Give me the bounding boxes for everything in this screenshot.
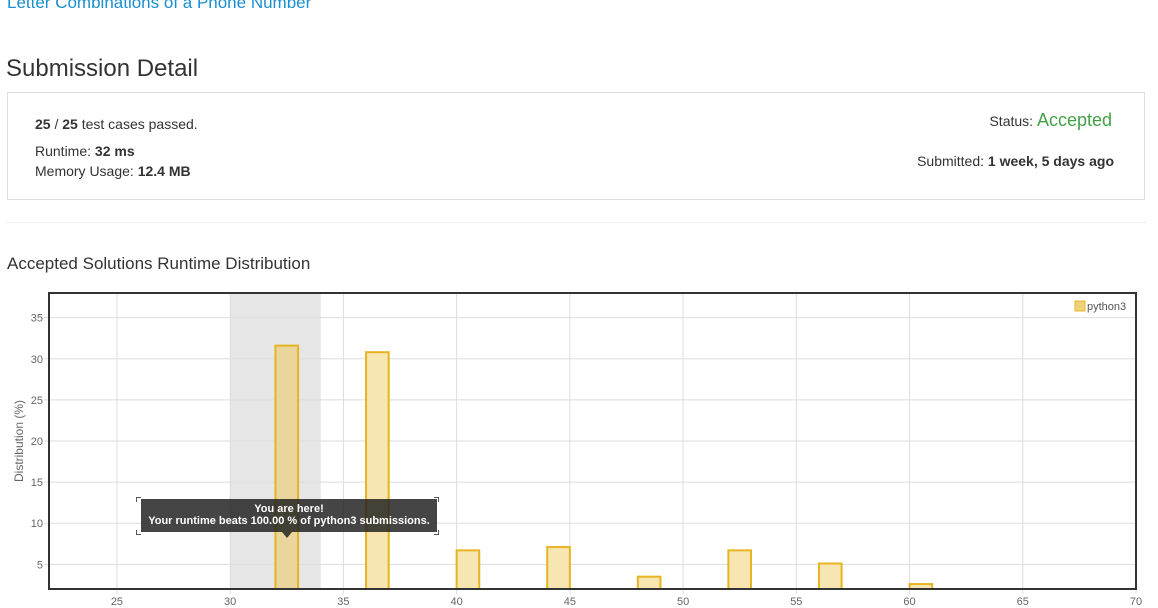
x-tick-label: 65 [1017,596,1029,608]
bar-python3 [274,344,300,590]
y-tick-label: 30 [31,354,43,366]
bar-python3 [727,549,753,591]
status-text: Status: Accepted [989,111,1112,130]
runtime-value: 32 ms [94,143,135,159]
y-tick-label: 20 [31,436,43,448]
memory-value: 12.4 MB [137,163,191,179]
x-tick-label: 45 [564,596,576,608]
legend-swatch-python3 [1074,300,1086,312]
tooltip-line-2: Your runtime beats 100.00 % of python3 s… [148,515,430,527]
submitted-text: Submitted: 1 week, 5 days ago [917,152,1114,170]
x-tick-label: 40 [451,596,463,608]
test-cases-text: 25 / 25 test cases passed. [35,115,198,133]
x-tick-label: 60 [903,596,915,608]
y-tick-label: 10 [31,518,43,530]
runtime-label: Runtime: [35,143,95,159]
bar-python3 [365,351,390,590]
bar-python3 [817,562,843,590]
status-label: Status: [989,113,1037,129]
memory-text: Memory Usage: 12.4 MB [35,162,191,180]
y-tick-label: 5 [37,559,43,571]
submitted-label: Submitted: [917,153,988,169]
passed-count: 25 [35,116,51,132]
submitted-value: 1 week, 5 days ago [987,153,1114,169]
submission-summary-panel: 25 / 25 test cases passed. Runtime: 32 m… [7,92,1145,200]
bar-python3 [636,575,662,590]
runtime-tooltip: You are here! Your runtime beats 100.00 … [141,499,437,538]
legend-label-python3: python3 [1087,301,1126,313]
section-divider [7,222,1147,223]
distribution-title: Accepted Solutions Runtime Distribution [7,254,311,273]
x-tick-label: 25 [111,596,123,608]
x-tick-label: 35 [337,596,349,608]
page-title: Submission Detail [6,55,199,82]
runtime-text: Runtime: 32 ms [35,142,135,160]
problem-title-link[interactable]: Letter Combinations of a Phone Number [7,0,311,13]
tooltip-arrow [282,532,292,538]
x-tick-label: 55 [790,596,802,608]
tooltip-line-1: You are here! [254,503,324,515]
runtime-distribution-chart: 25 30 35 40 45 50 55 60 65 70 5 10 15 20 25 30 35 Distrib… [12,292,1142,608]
status-value[interactable]: Accepted [1037,110,1112,130]
total-count: 25 [62,116,78,132]
x-tick-label: 70 [1130,596,1142,608]
x-tick-label: 30 [224,596,236,608]
y-tick-label: 15 [31,477,43,489]
y-tick-label: 25 [31,395,43,407]
x-tick-label: 50 [677,596,689,608]
y-tick-label: 35 [31,313,43,325]
y-axis-label: Distribution (%) [12,400,26,482]
bar-python3 [546,546,571,591]
count-separator: / [50,116,63,132]
bar-python3 [455,549,481,591]
passed-suffix: test cases passed. [77,116,198,132]
memory-label: Memory Usage: [35,163,138,179]
